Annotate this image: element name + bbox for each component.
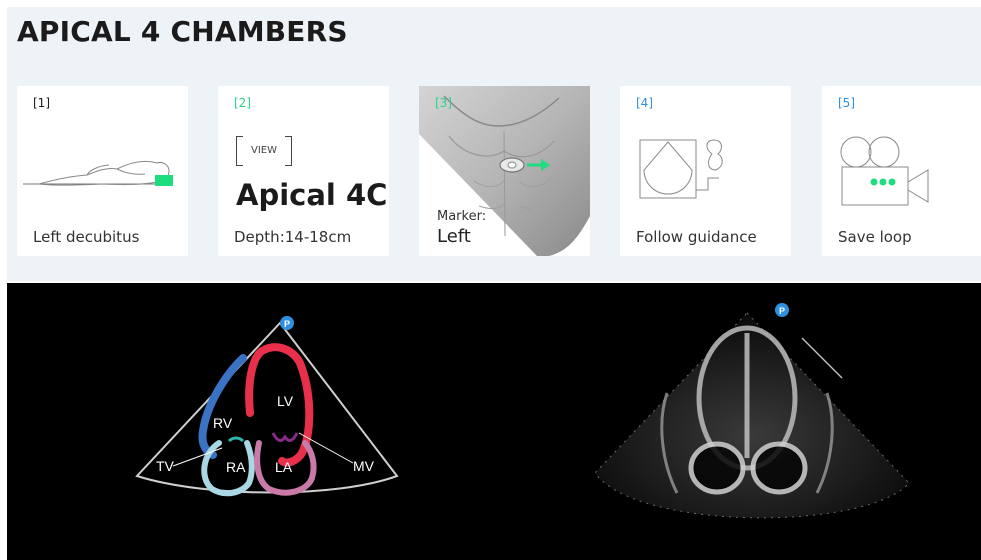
step-number: [2] (234, 96, 251, 110)
label-mv: MV (353, 458, 375, 474)
label-la: LA (275, 459, 293, 475)
marker-label: Marker: (437, 209, 487, 224)
page-title: APICAL 4 CHAMBERS (17, 15, 348, 48)
echo-badge: P (779, 306, 785, 316)
tricuspid-valve (227, 436, 245, 443)
echo-ultrasound-image: P (594, 303, 910, 519)
step-number: [3] (435, 96, 452, 110)
step-card-position[interactable]: [1] Left decubitus (17, 86, 188, 256)
step-card-marker[interactable]: [3] Marker: Left (419, 86, 590, 256)
step-card-save[interactable]: [5] Save loop (822, 86, 981, 256)
marker-value: Left (437, 226, 471, 247)
step-caption: Left decubitus (33, 228, 140, 246)
view-tag: VIEW (251, 145, 277, 156)
screen: APICAL 4 CHAMBERS [1] Left decubitus [2]… (0, 0, 981, 560)
label-rv: RV (213, 415, 233, 431)
heart-diagram: P LV RV RA LA TV MV (135, 316, 399, 497)
step-number: [1] (33, 96, 50, 110)
step-number: [4] (636, 96, 653, 110)
instruction-panel: APICAL 4 CHAMBERS [1] Left decubitus [2]… (7, 7, 981, 281)
step-caption: Depth:14-18cm (234, 228, 352, 246)
step-card-view[interactable]: [2] VIEW Apical 4C Depth:14-18cm (218, 86, 389, 256)
image-panel: P LV RV RA LA TV MV P (7, 283, 981, 560)
view-name: Apical 4C (236, 178, 388, 212)
label-tv: TV (156, 458, 175, 474)
diagram-badge: P (284, 319, 290, 329)
step-caption: Save loop (838, 228, 912, 246)
guidance-shapes-icon (639, 139, 723, 199)
step-number: [5] (838, 96, 855, 110)
rv-wall (198, 354, 247, 459)
step-caption: Follow guidance (636, 228, 757, 246)
patient-lying-icon (23, 160, 173, 186)
view-bracket: VIEW (236, 136, 292, 166)
video-camera-icon (840, 136, 929, 206)
mitral-valve (271, 432, 299, 442)
label-ra: RA (226, 459, 246, 475)
step-card-guidance[interactable]: [4] Follow guidance (620, 86, 791, 256)
label-lv: LV (277, 393, 294, 409)
